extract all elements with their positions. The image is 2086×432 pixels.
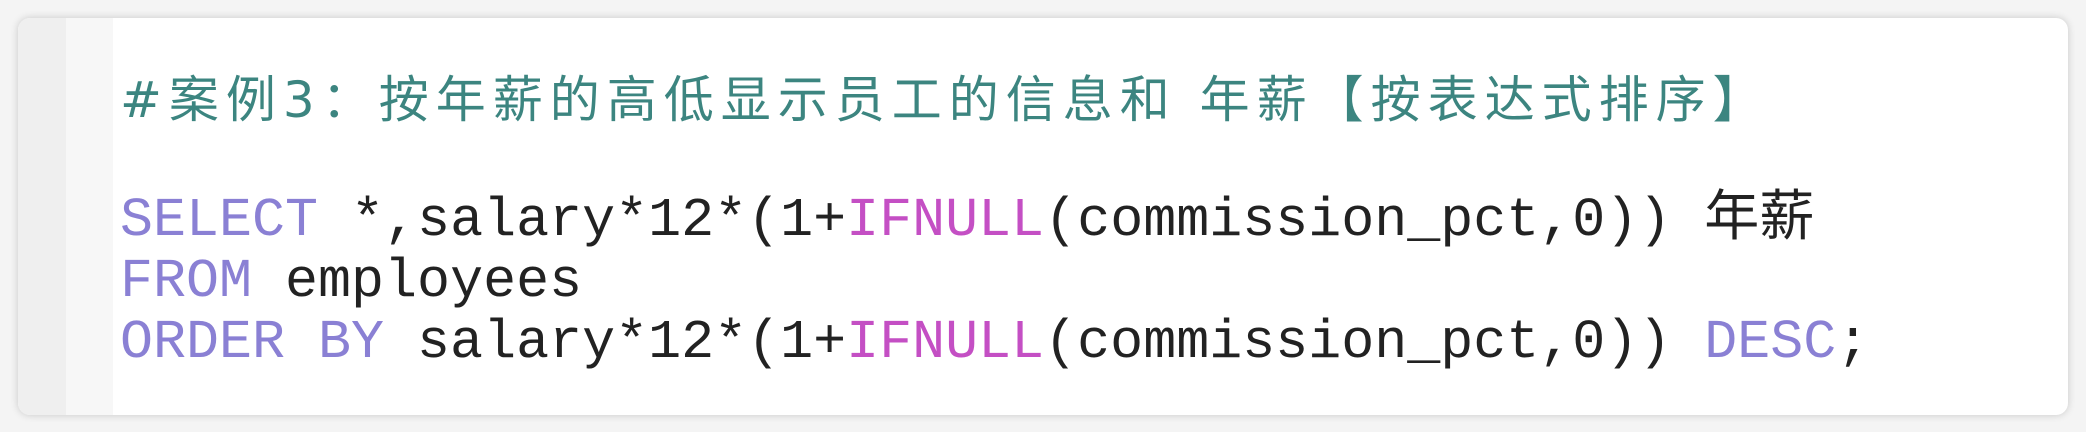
code-text: employees bbox=[252, 250, 583, 313]
keyword: DESC bbox=[1704, 311, 1837, 374]
keyword: SELECT bbox=[120, 189, 319, 252]
code-line-from: FROM employees bbox=[120, 251, 1869, 312]
code-text: (commission_pct,0)) bbox=[1044, 311, 1705, 374]
function-name: IFNULL bbox=[846, 311, 1045, 374]
gutter-margin bbox=[66, 18, 113, 415]
line-number-gutter bbox=[18, 18, 66, 415]
code-text: (commission_pct,0)) 年薪 bbox=[1044, 189, 1815, 252]
keyword: FROM bbox=[120, 250, 253, 313]
code-text: salary*12*(1+ bbox=[384, 311, 847, 374]
function-name: IFNULL bbox=[846, 189, 1045, 252]
code-text: *,salary*12*(1+ bbox=[318, 189, 847, 252]
code-line-order-by: ORDER BY salary*12*(1+IFNULL(commission_… bbox=[120, 312, 1869, 373]
code-block: #案例3：按年薪的高低显示员工的信息和 年薪【按表达式排序】 SELECT *,… bbox=[18, 18, 2068, 415]
code-text: ; bbox=[1836, 311, 1870, 374]
sql-comment: #案例3：按年薪的高低显示员工的信息和 年薪【按表达式排序】 bbox=[120, 71, 1770, 129]
keyword: ORDER BY bbox=[120, 311, 385, 374]
sql-code: SELECT *,salary*12*(1+IFNULL(commission_… bbox=[120, 190, 1869, 373]
code-line-select: SELECT *,salary*12*(1+IFNULL(commission_… bbox=[120, 190, 1869, 251]
